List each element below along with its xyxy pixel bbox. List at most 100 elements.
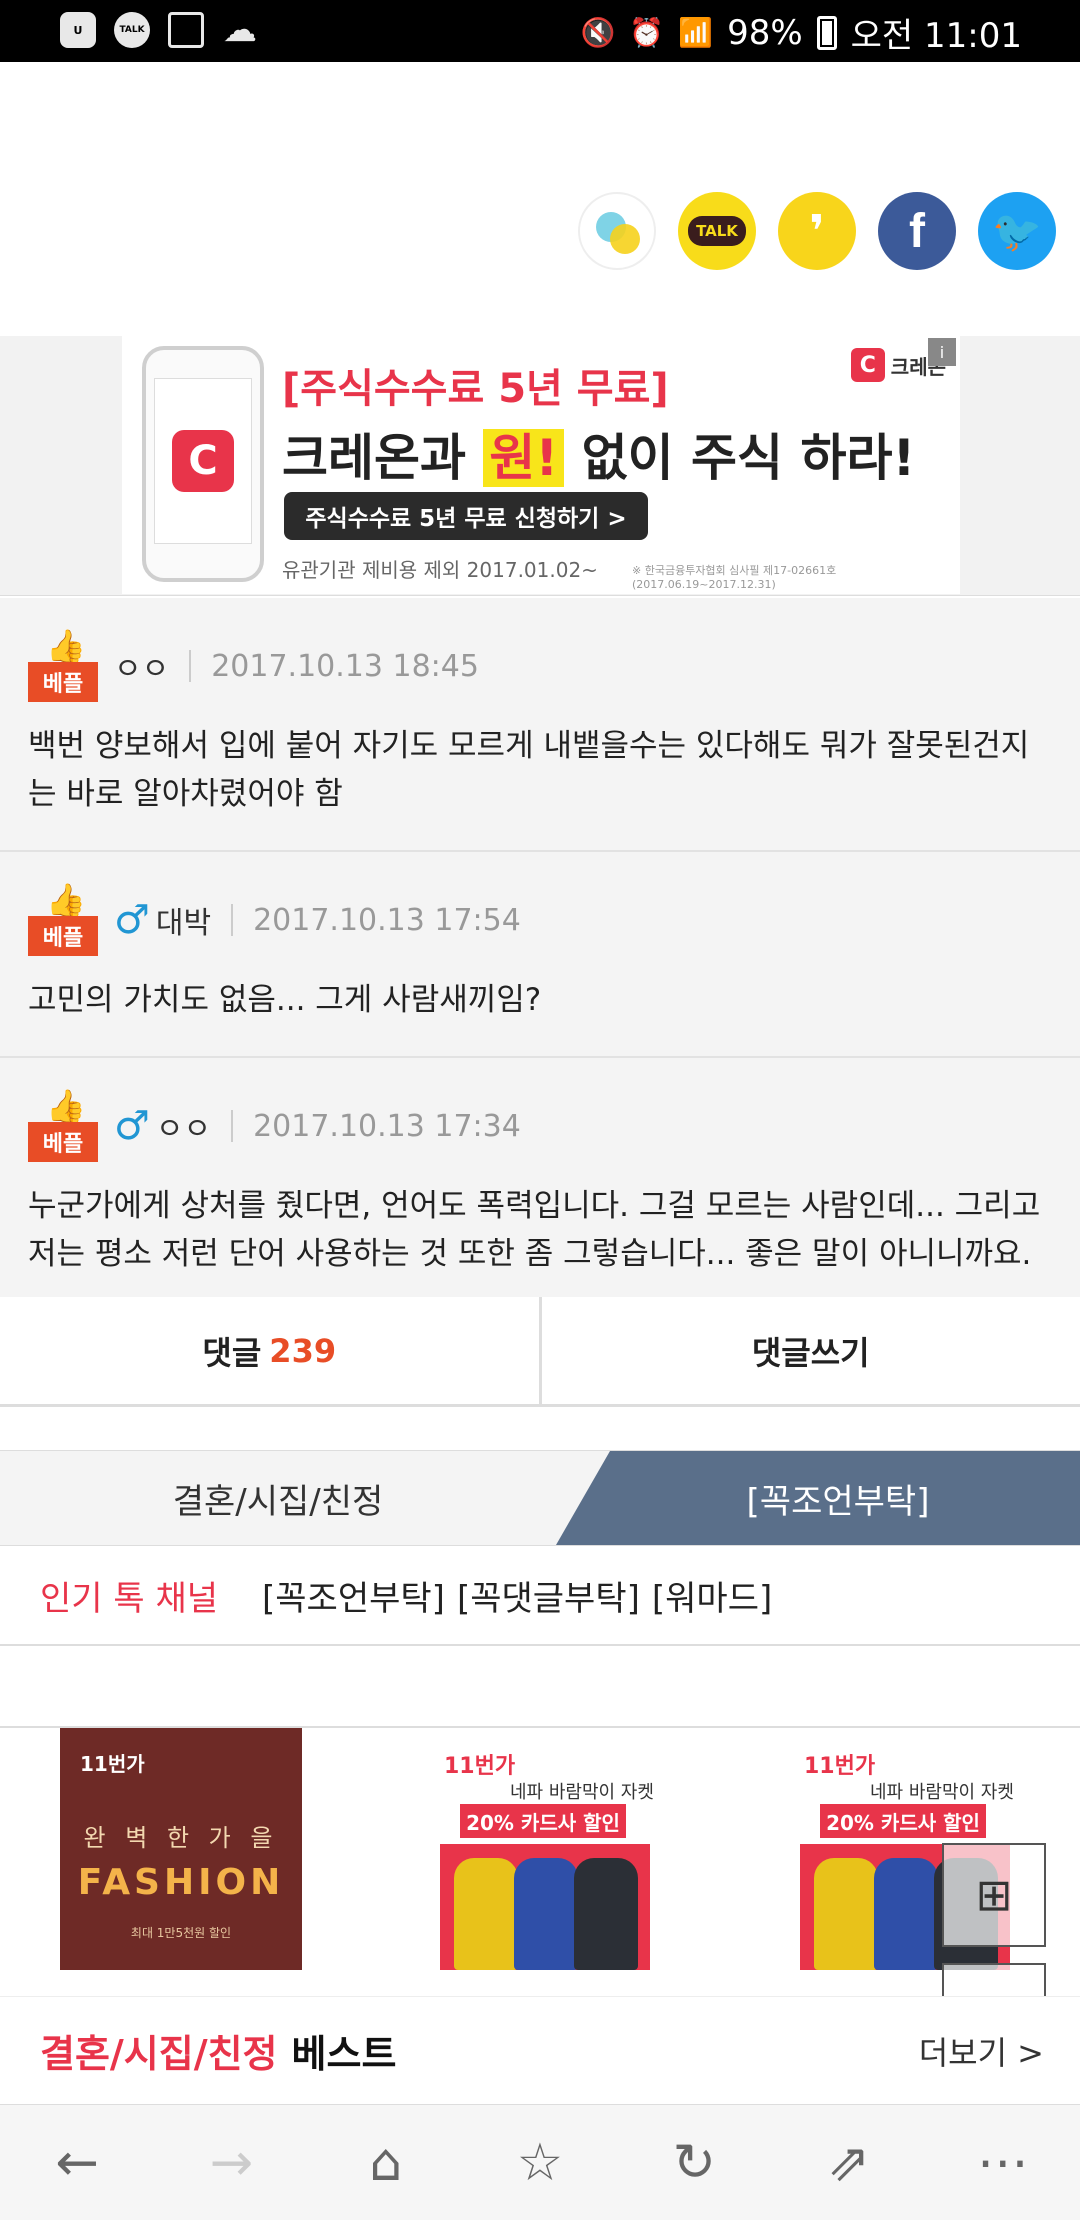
comment-date: 2017.10.13 17:34: [253, 1108, 521, 1144]
thumbs-up-icon: 👍: [46, 1087, 86, 1125]
product-note: 최대 1만5천원 할인: [130, 1926, 232, 1940]
comment-text: 백번 양보해서 입에 붙어 자기도 모르게 내뱉을수는 있다해도 뭐가 잘못된건…: [28, 728, 1030, 812]
tab-advice[interactable]: [꼭조언부탁]: [556, 1451, 1080, 1545]
forward-button[interactable]: →: [186, 2118, 276, 2208]
product-card[interactable]: 11번가 네파 바람막이 자켓 20% 카드사 할인: [420, 1728, 662, 1970]
add-bookmark-button[interactable]: ⊞: [942, 1843, 1046, 1947]
comment-item: 👍 베플 ♂ 대박 2017.10.13 17:54 고민의 가치도 없음...…: [0, 852, 1080, 1058]
comments-count: 239: [269, 1331, 337, 1370]
jacket-yellow: [814, 1858, 878, 1970]
comment-nickname: ㅇㅇ: [155, 1112, 212, 1147]
reload-button[interactable]: ↻: [649, 2118, 739, 2208]
bookmarks-button[interactable]: ☆: [495, 2118, 585, 2208]
status-bar: U TALK ☁ 🔇 ⏰ 📶 98% 오전 11:01: [0, 0, 1080, 62]
more-button[interactable]: ⋯: [958, 2118, 1048, 2208]
back-button[interactable]: ←: [32, 2118, 122, 2208]
story-share-button[interactable]: ❜: [778, 192, 856, 270]
channel-link[interactable]: [워마드]: [652, 1571, 772, 1620]
ad-note: 유관기관 제비용 제외 2017.01.02~: [282, 558, 598, 582]
ad-banner-area: C [주식수수료 5년 무료] 크레온과 원! 없이 주식 하라! 주식수수료 …: [0, 336, 1080, 596]
facebook-icon: f: [909, 204, 925, 258]
jacket-blue: [874, 1858, 938, 1970]
popular-label: 인기 톡 채널: [40, 1578, 219, 1619]
comment-header: 👍 베플 ㅇㅇ 2017.10.13 18:45: [28, 630, 1052, 702]
best-badge-label: 베플: [28, 1122, 98, 1162]
ad-banner[interactable]: C [주식수수료 5년 무료] 크레온과 원! 없이 주식 하라! 주식수수료 …: [122, 336, 960, 594]
system-status: 🔇 ⏰ 📶 98% 오전 11:01: [580, 8, 1022, 57]
battery-percent: 98%: [727, 12, 803, 53]
comment-nickname: ㅇㅇ: [114, 652, 170, 687]
comment-header: 👍 베플 ♂ ㅇㅇ 2017.10.13 17:34: [28, 1090, 1052, 1162]
back-icon: ←: [55, 2132, 99, 2193]
comment-date: 2017.10.13 18:45: [211, 648, 479, 684]
ad-phone-screen: C: [154, 378, 252, 544]
bookmark-star-icon: ☆: [516, 2132, 564, 2193]
clock: 오전 11:01: [850, 16, 1022, 56]
comment-item: 👍 베플 ㅇㅇ 2017.10.13 18:45 백번 양보해서 입에 붙어 자…: [0, 598, 1080, 852]
creon-logo-icon: C: [172, 430, 234, 492]
comment-text: 고민의 가치도 없음... 그게 사람새끼임?: [28, 982, 542, 1018]
ad-headline-post: 없이 주식 하라!: [564, 429, 916, 487]
channel-link[interactable]: [꼭댓글부탁]: [457, 1571, 640, 1620]
creon-mini-icon: C: [850, 348, 885, 382]
facebook-share-button[interactable]: f: [878, 192, 956, 270]
product-logo: 11번가: [80, 1752, 145, 1776]
comments-count-button[interactable]: 댓글 239: [0, 1297, 539, 1404]
ad-headline-pre: 크레온과: [282, 429, 484, 487]
best-section-header: 결혼/시집/친정 베스트 더보기 >: [0, 1996, 1080, 2104]
best-comment-badge: 👍 베플: [28, 1090, 98, 1162]
jacket-black: [574, 1858, 638, 1970]
kakaostory-share-button[interactable]: [578, 192, 656, 270]
reload-icon: ↻: [672, 2132, 717, 2193]
product-title: FASHION: [77, 1862, 285, 1903]
twitter-icon: 🐦: [992, 208, 1042, 255]
kakaotalk-icon: TALK: [688, 216, 746, 246]
channel-link[interactable]: [꼭조언부탁]: [262, 1571, 445, 1620]
write-comment-button[interactable]: 댓글쓰기: [538, 1297, 1080, 1404]
divider: [231, 1110, 234, 1142]
product-title: 네파 바람막이 자켓: [510, 1782, 654, 1803]
product-image: [440, 1844, 650, 1970]
alarm-icon: ⏰: [629, 16, 665, 49]
share-button[interactable]: ⇗: [804, 2118, 894, 2208]
best-comment-badge: 👍 베플: [28, 884, 98, 956]
best-label: 베스트: [291, 2032, 397, 2076]
browser-toolbar: ← → ⌂ ☆ ↻ ⇗ ⋯: [0, 2104, 1080, 2220]
ad-phone-image: C: [142, 346, 264, 582]
share-buttons: TALK ❜ f 🐦: [578, 192, 1056, 270]
notification-icons: U TALK ☁: [60, 10, 258, 50]
cloud-icon: ☁: [223, 10, 257, 50]
comment-date: 2017.10.13 17:54: [253, 902, 521, 938]
more-link[interactable]: 더보기 >: [919, 2028, 1044, 2074]
jacket-yellow: [454, 1858, 518, 1970]
kakaotalk-share-button[interactable]: TALK: [678, 192, 756, 270]
ad-headline: 크레온과 원! 없이 주식 하라!: [282, 418, 915, 490]
product-carousel: 11번가 완 벽 한 가 을 FASHION 최대 1만5천원 할인 11번가 …: [0, 1726, 1080, 1970]
wifi-icon: 📶: [678, 16, 714, 49]
gallery-icon: [168, 12, 204, 48]
jacket-blue: [514, 1858, 578, 1970]
bookmark-add-icon: ⊞: [975, 1869, 1013, 1921]
best-category: 결혼/시집/친정: [40, 2032, 278, 2076]
tab-marriage[interactable]: 결혼/시집/친정: [0, 1451, 556, 1545]
ad-cta-button[interactable]: 주식수수료 5년 무료 신청하기 >: [284, 492, 648, 540]
best-comments: 👍 베플 ㅇㅇ 2017.10.13 18:45 백번 양보해서 입에 붙어 자…: [0, 598, 1080, 1312]
ad-info-icon[interactable]: i: [928, 338, 956, 366]
story-icon: ❜: [809, 205, 825, 257]
product-sale: 20% 카드사 할인: [820, 1804, 986, 1838]
popular-channels: 인기 톡 채널 [꼭조언부탁] [꼭댓글부탁] [워마드]: [0, 1546, 1080, 1646]
twitter-share-button[interactable]: 🐦: [978, 192, 1056, 270]
talk-icon: TALK: [114, 12, 150, 48]
category-tabs: 결혼/시집/친정 [꼭조언부탁]: [0, 1450, 1080, 1546]
comment-item: 👍 베플 ♂ ㅇㅇ 2017.10.13 17:34 누군가에게 상처를 줬다면…: [0, 1058, 1080, 1312]
best-comment-badge: 👍 베플: [28, 630, 98, 702]
home-button[interactable]: ⌂: [341, 2118, 431, 2208]
product-card[interactable]: 11번가 완 벽 한 가 을 FASHION 최대 1만5천원 할인: [60, 1728, 302, 1970]
product-sale: 20% 카드사 할인: [460, 1804, 626, 1838]
product-subtitle: 완 벽 한 가 을: [83, 1824, 279, 1852]
product-title: 네파 바람막이 자켓: [870, 1782, 1014, 1803]
ad-disclaimer: ※ 한국금융투자협회 심사필 제17-02661호(2017.06.19~201…: [632, 564, 837, 591]
more-icon: ⋯: [976, 2132, 1029, 2193]
ad-headline-highlight: 원!: [483, 429, 565, 487]
thumbs-up-icon: 👍: [46, 627, 86, 665]
